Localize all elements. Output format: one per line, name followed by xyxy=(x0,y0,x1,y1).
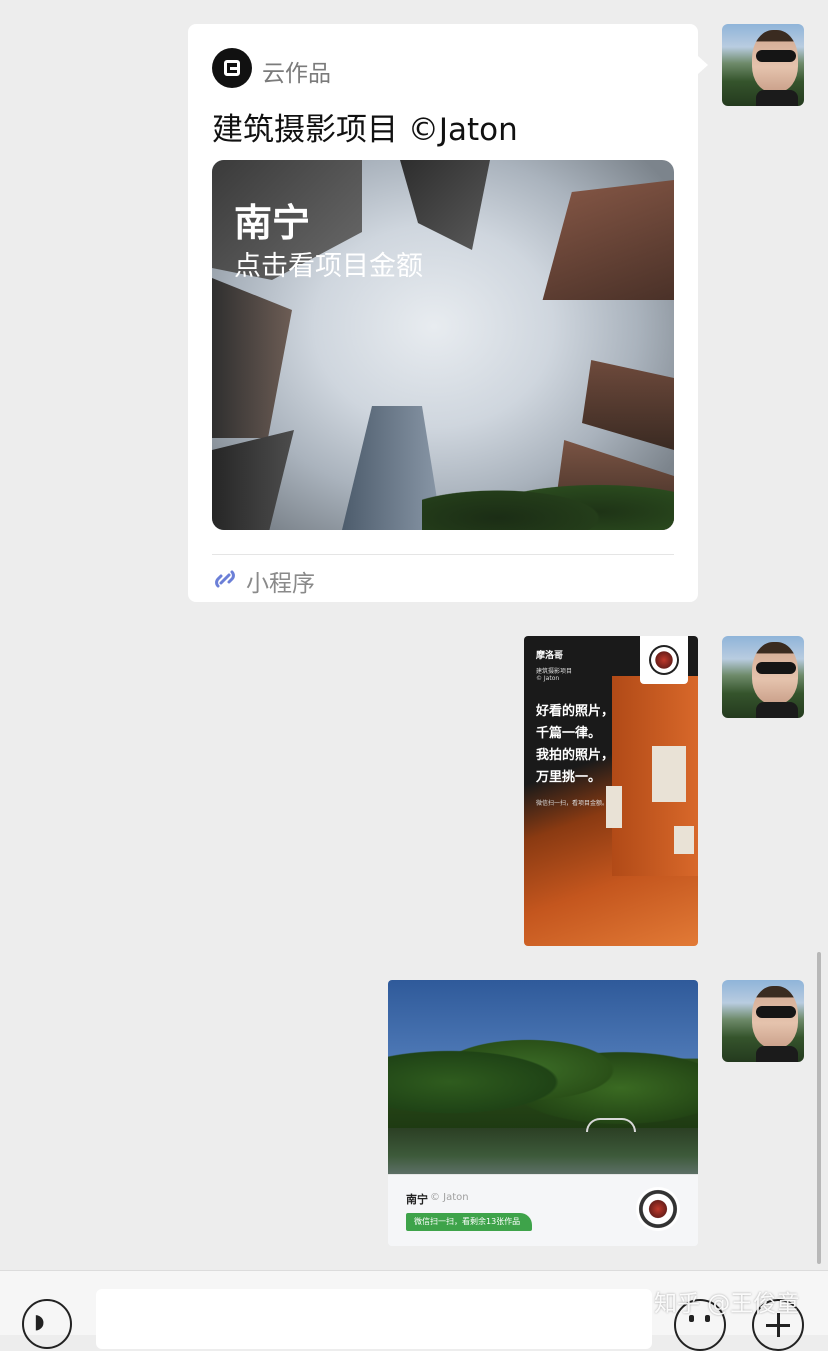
poster-project: 建筑摄影项目 xyxy=(536,668,573,675)
avatar-sunglasses xyxy=(756,662,796,674)
avatar-shirt xyxy=(756,90,798,106)
building-shape xyxy=(212,278,292,438)
cover-subtitle: 点击看项目金额 xyxy=(234,251,423,282)
avatar-shirt xyxy=(756,702,798,718)
mini-program-title: 建筑摄影项目 ©Jaton xyxy=(212,112,518,148)
sender-avatar[interactable] xyxy=(722,980,804,1062)
park-image-message[interactable]: 南宁 © Jaton 微信扫一扫，看剩余13张作品 xyxy=(388,980,698,1246)
message-input[interactable] xyxy=(96,1289,652,1349)
chat-scrollbar[interactable] xyxy=(817,952,821,1264)
poster-line: 千篇一律。 xyxy=(536,726,602,741)
poster-window xyxy=(652,746,686,802)
poster-image-message[interactable]: 摩洛哥 建筑摄影项目 © Jaton 好看的照片， 千篇一律。 我拍的照片， 万… xyxy=(524,636,698,946)
watermark: 知乎 @王俊童 xyxy=(654,1291,800,1317)
building-shape xyxy=(542,180,674,300)
park-bridge xyxy=(586,1118,636,1132)
park-trees xyxy=(388,1010,698,1130)
park-badge: 微信扫一扫，看剩余13张作品 xyxy=(406,1213,533,1231)
mini-program-footer-label: 小程序 xyxy=(246,571,315,597)
poster-line: 万里挑一。 xyxy=(536,770,602,785)
poster-window xyxy=(674,826,694,854)
building-shape xyxy=(212,430,294,530)
poster-line: 好看的照片， xyxy=(536,704,615,719)
park-city: 南宁 xyxy=(406,1193,428,1206)
poster-author: 摩洛哥 xyxy=(536,651,564,661)
building-shape xyxy=(582,360,674,450)
sender-avatar[interactable] xyxy=(722,24,804,106)
poster-footer: 微信扫一扫，看项目金额。 xyxy=(536,800,609,807)
trees-shape xyxy=(422,470,674,530)
building-shape xyxy=(400,160,490,250)
poster-window xyxy=(606,786,622,828)
park-info-bar: 南宁 © Jaton 微信扫一扫，看剩余13张作品 xyxy=(388,1174,698,1246)
avatar-shirt xyxy=(756,1046,798,1062)
poster-credit: © Jaton xyxy=(536,675,560,682)
mini-program-app-name: 云作品 xyxy=(262,61,331,87)
sender-avatar[interactable] xyxy=(722,636,804,718)
mini-program-card[interactable]: 云作品 建筑摄影项目 ©Jaton 南宁 点击看项目金额 小程序 xyxy=(188,24,708,602)
voice-icon[interactable]: ◗ xyxy=(22,1299,72,1349)
mini-program-link-icon xyxy=(215,570,235,588)
park-qr-code xyxy=(636,1187,680,1231)
poster-line: 我拍的照片， xyxy=(536,748,615,763)
app-logo-icon xyxy=(212,48,252,88)
card-divider xyxy=(212,554,674,555)
park-water xyxy=(388,1128,698,1174)
avatar-sunglasses xyxy=(756,50,796,62)
poster-qr-code xyxy=(640,636,688,684)
park-author: © Jaton xyxy=(430,1192,469,1203)
avatar-sunglasses xyxy=(756,1006,796,1018)
mini-program-cover-image[interactable]: 南宁 点击看项目金额 xyxy=(212,160,674,530)
cover-city: 南宁 xyxy=(234,201,311,245)
